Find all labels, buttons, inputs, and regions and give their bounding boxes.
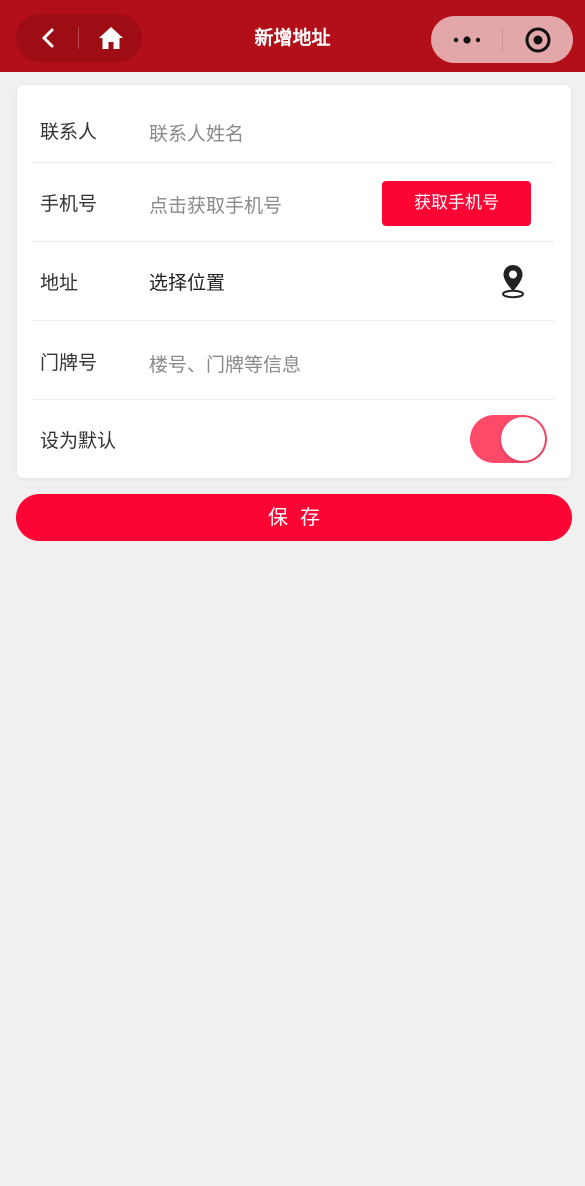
- phone-row: 手机号 点击获取手机号 获取手机号: [17, 163, 571, 242]
- default-label: 设为默认: [40, 430, 117, 452]
- chevron-left-icon: [42, 28, 53, 48]
- nav-right-capsule: [431, 16, 573, 63]
- select-location-field[interactable]: 选择位置: [149, 268, 225, 295]
- default-row: 设为默认: [17, 400, 571, 478]
- back-button[interactable]: [16, 14, 79, 62]
- door-number-row: 门牌号 楼号、门牌等信息: [17, 321, 571, 400]
- save-button[interactable]: 保存: [16, 494, 572, 541]
- contact-row: 联系人 联系人姓名: [17, 85, 571, 163]
- more-dots-icon: [453, 35, 480, 44]
- address-row[interactable]: 地址 选择位置: [17, 242, 571, 321]
- phone-label: 手机号: [40, 193, 98, 215]
- toggle-knob: [501, 417, 545, 461]
- more-button[interactable]: [431, 16, 502, 63]
- address-label: 地址: [40, 272, 79, 294]
- contact-name-input[interactable]: 联系人姓名: [149, 119, 244, 146]
- home-button[interactable]: [79, 14, 142, 62]
- location-pin-icon[interactable]: [500, 263, 526, 299]
- target-circle-icon: [525, 27, 551, 52]
- page-title: 新增地址: [254, 27, 331, 49]
- door-number-label: 门牌号: [40, 352, 98, 374]
- door-number-input[interactable]: 楼号、门牌等信息: [149, 350, 301, 377]
- nav-left-capsule: [16, 14, 142, 62]
- default-toggle-switch[interactable]: [470, 415, 547, 463]
- close-miniprogram-button[interactable]: [503, 16, 573, 63]
- address-form-card: 联系人 联系人姓名 手机号 点击获取手机号 获取手机号 地址 选择位置 门牌号 …: [17, 85, 571, 478]
- phone-input[interactable]: 点击获取手机号: [149, 191, 282, 218]
- home-icon: [98, 27, 123, 49]
- navigation-bar: 新增地址: [0, 0, 585, 72]
- get-phone-button[interactable]: 获取手机号: [382, 181, 531, 226]
- contact-label: 联系人: [40, 121, 98, 143]
